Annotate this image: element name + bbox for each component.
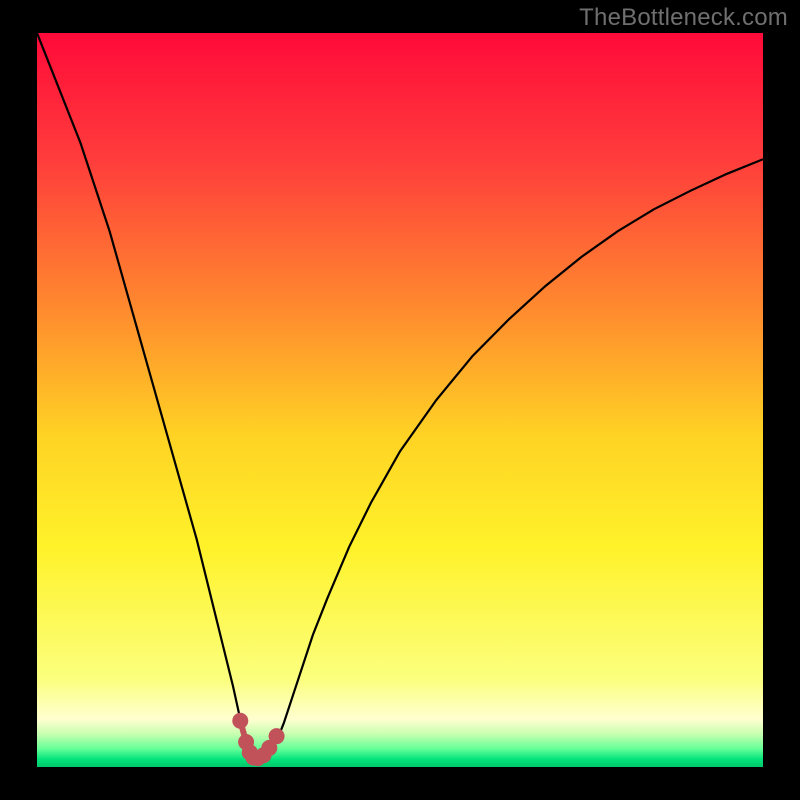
bottleneck-chart [0,0,800,800]
watermark-text: TheBottleneck.com [579,4,788,32]
chart-gradient-background [37,33,763,767]
